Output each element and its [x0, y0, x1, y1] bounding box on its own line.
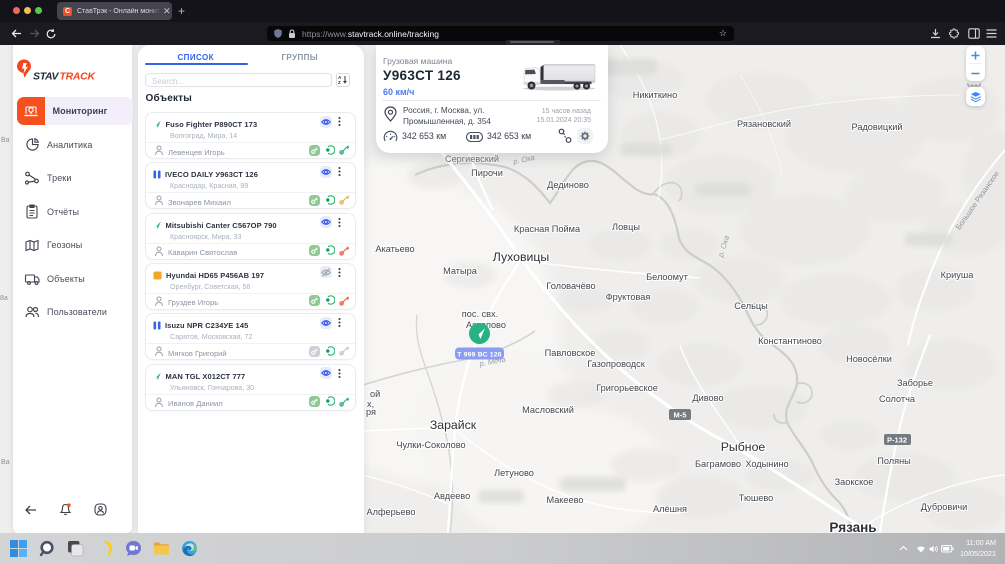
svg-text:STAV: STAV	[33, 71, 60, 83]
svg-text:8а: 8а	[0, 295, 8, 302]
svg-text:Алёшня: Алёшня	[653, 504, 687, 514]
svg-text:Новосёлки: Новосёлки	[846, 354, 892, 364]
svg-text:Белоомут: Белоомут	[646, 272, 689, 282]
svg-text:Фруктовая: Фруктовая	[606, 292, 651, 302]
svg-text:Поляны: Поляны	[877, 456, 911, 466]
svg-text:Авдеево: Авдеево	[434, 491, 470, 501]
svg-text:Рыбное: Рыбное	[721, 440, 766, 454]
svg-text:Ходынино: Ходынино	[745, 459, 788, 469]
svg-text:Дивово: Дивово	[692, 393, 723, 403]
svg-text:Z: Z	[338, 80, 341, 84]
svg-text:Сельцы: Сельцы	[734, 301, 767, 311]
svg-text:TRACK: TRACK	[60, 71, 97, 83]
svg-text:М-5: М-5	[674, 411, 687, 420]
svg-text:Головачёво: Головачёво	[546, 281, 595, 291]
svg-text:ря: ря	[366, 407, 376, 417]
svg-text:Чулки-Соколово: Чулки-Соколово	[396, 440, 465, 450]
svg-text:Алферьево: Алферьево	[366, 507, 415, 517]
svg-text:Дубровичи: Дубровичи	[921, 502, 968, 512]
svg-text:ой: ой	[370, 389, 380, 399]
svg-text:Криуша: Криуша	[941, 270, 975, 280]
svg-text:Р-132: Р-132	[887, 436, 907, 445]
svg-text:Рязановский: Рязановский	[737, 119, 791, 129]
svg-text:Летуново: Летуново	[494, 468, 534, 478]
svg-text:Ва: Ва	[1, 137, 10, 144]
svg-text:Заокское: Заокское	[835, 477, 874, 487]
svg-text:Никиткино: Никиткино	[633, 90, 677, 100]
svg-text:Макеево: Макеево	[546, 495, 583, 505]
svg-text:Константиново: Константиново	[758, 336, 822, 346]
svg-text:Красная Пойма: Красная Пойма	[514, 224, 581, 234]
svg-text:Сергиевский: Сергиевский	[445, 154, 499, 164]
svg-text:Солотча: Солотча	[879, 394, 916, 404]
svg-text:Матыра: Матыра	[443, 266, 478, 276]
svg-text:Баграмово: Баграмово	[695, 459, 741, 469]
svg-text:Масловский: Масловский	[522, 405, 574, 415]
svg-text:пос. свх.: пос. свх.	[462, 309, 498, 319]
svg-text:Павловское: Павловское	[545, 348, 596, 358]
svg-text:Газопроводск: Газопроводск	[587, 359, 646, 369]
svg-text:Рязань: Рязань	[829, 520, 876, 533]
svg-text:Луховицы: Луховицы	[493, 250, 550, 264]
svg-text:Ва: Ва	[1, 459, 10, 466]
svg-text:Ловцы: Ловцы	[612, 222, 640, 232]
svg-text:Т 999 ВС 126: Т 999 ВС 126	[457, 352, 501, 359]
svg-text:Тюшево: Тюшево	[739, 493, 773, 503]
svg-text:Григорьевское: Григорьевское	[596, 383, 658, 393]
svg-text:Акатьево: Акатьево	[375, 244, 414, 254]
svg-text:Заборье: Заборье	[897, 378, 933, 388]
svg-text:Зарайск: Зарайск	[430, 418, 477, 432]
svg-text:Радовицкий: Радовицкий	[852, 122, 903, 132]
svg-text:Пирочи: Пирочи	[471, 168, 503, 178]
svg-text:Дединово: Дединово	[547, 180, 589, 190]
